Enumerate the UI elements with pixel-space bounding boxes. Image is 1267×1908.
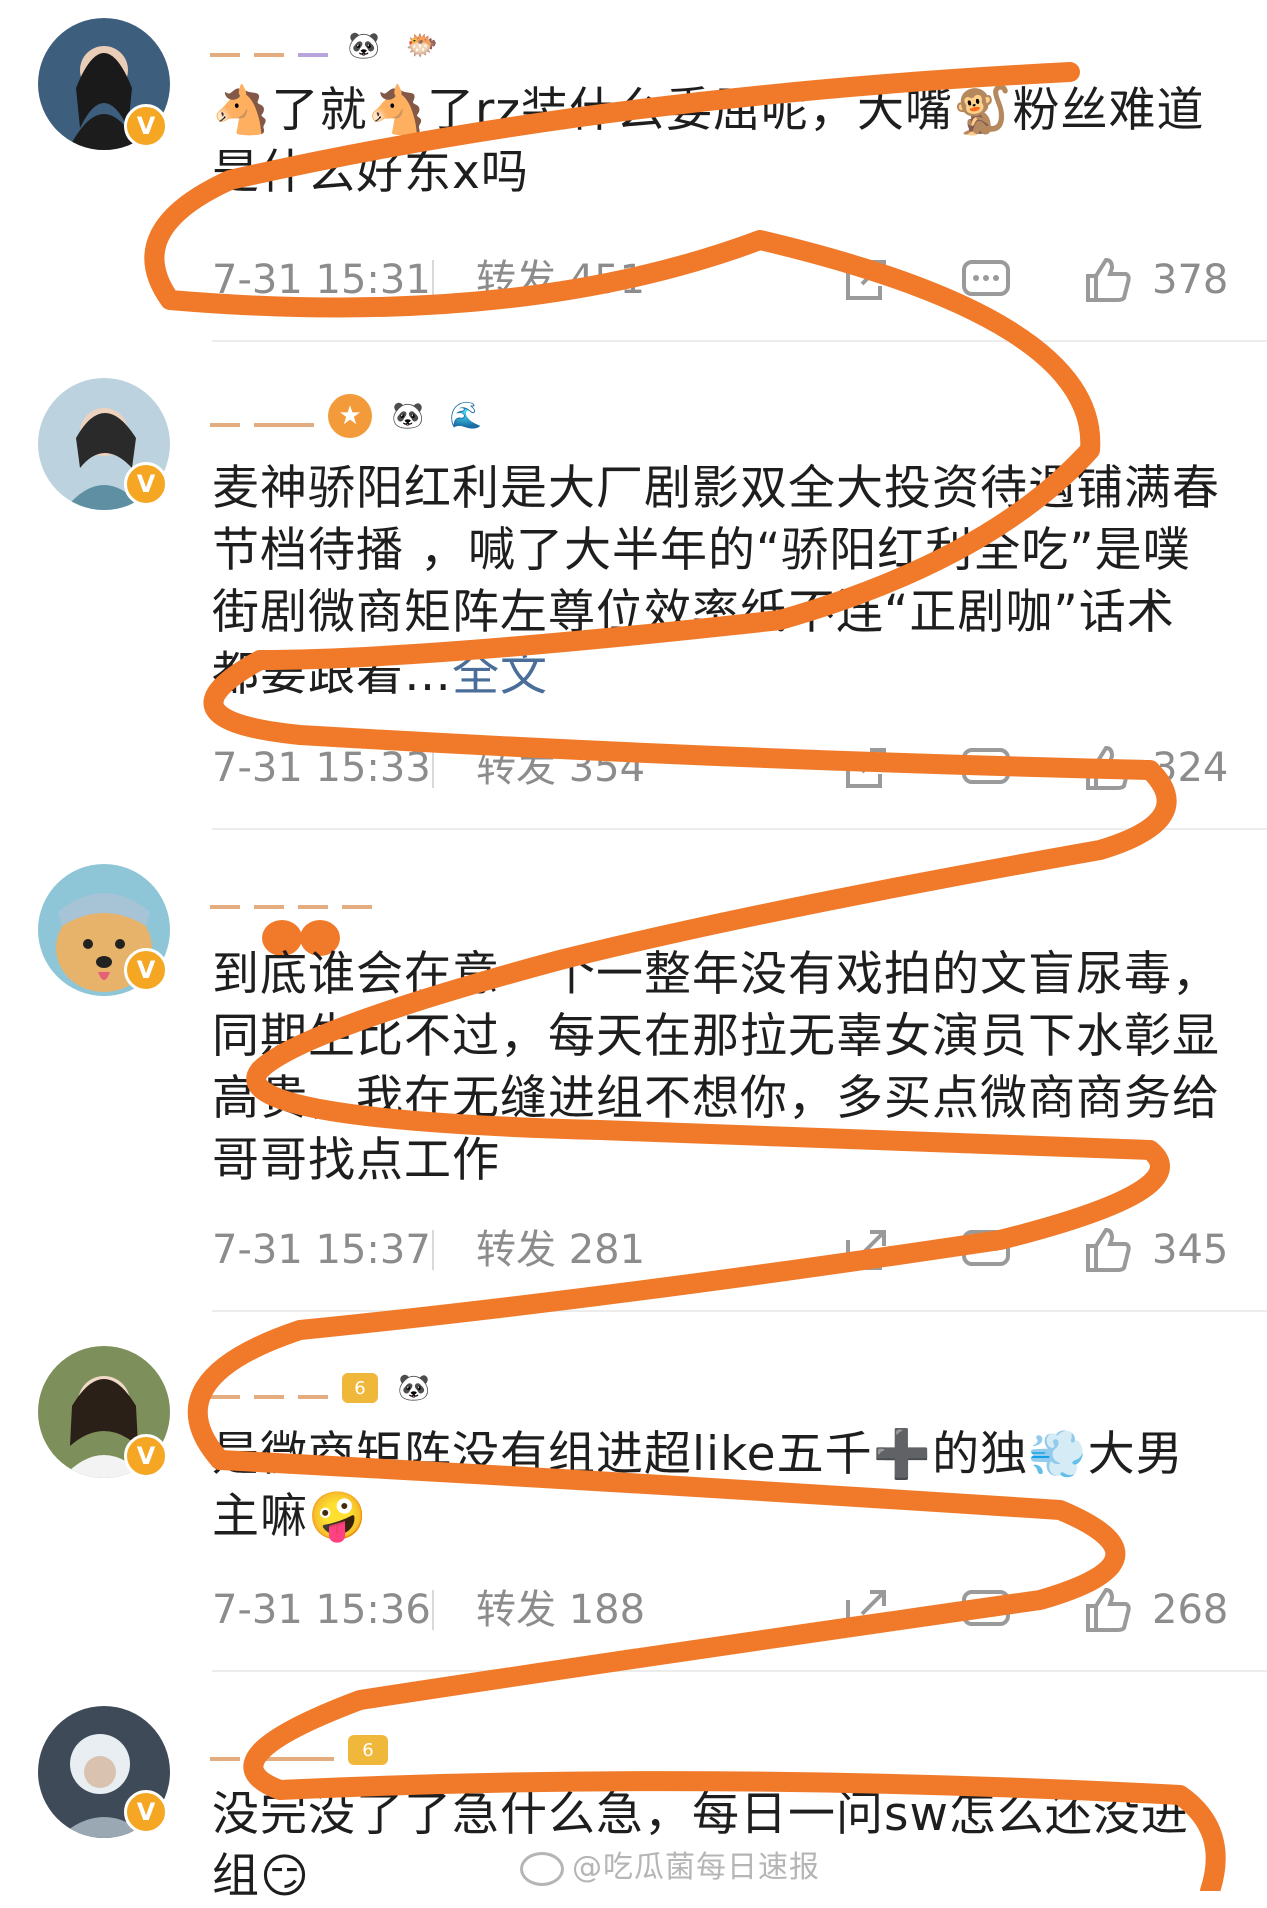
username-row[interactable]: 6 — [210, 1722, 388, 1778]
comment-time: 7-31 15:31 — [212, 257, 431, 303]
watermark-text: @吃瓜菌每日速报 — [572, 1850, 820, 1885]
badge-emoji-icon: 6 — [342, 1373, 378, 1403]
username-redacted — [210, 405, 240, 427]
username-row[interactable]: 🐼 🐡 — [210, 18, 444, 74]
comment-feed: V 🐼 🐡 🐴了就🐴了rz装什么委屈呢，大嘴🐒粉丝难道是什么好东x吗 7-31 … — [0, 0, 1267, 1904]
comment-body: 是微商矩阵没有组进超like五千➕的独💨大男主嘛🤪 — [212, 1427, 1184, 1544]
like-icon[interactable] — [1082, 1584, 1134, 1636]
username-redacted — [298, 35, 328, 57]
full-text-link[interactable]: 全文 — [452, 647, 548, 702]
share-icon[interactable] — [840, 742, 892, 794]
badge-emoji-icon: ★ — [328, 394, 372, 438]
username-redacted — [254, 1377, 284, 1399]
username-row[interactable]: ★ 🐼 🌊 — [210, 388, 488, 444]
share-icon[interactable] — [840, 1224, 892, 1276]
comment-icon[interactable] — [960, 1224, 1012, 1276]
like-icon[interactable] — [1082, 742, 1134, 794]
comment-meta: 7-31 15:33 转发 354 324 — [212, 738, 1229, 798]
comment-icon[interactable] — [960, 254, 1012, 306]
verified-badge-icon: V — [124, 948, 168, 992]
share-icon[interactable] — [840, 254, 892, 306]
comment-icon[interactable] — [960, 742, 1012, 794]
repost-count[interactable]: 转发 451 — [476, 250, 645, 310]
repost-count[interactable]: 转发 281 — [476, 1220, 645, 1280]
verified-badge-icon: V — [124, 1434, 168, 1478]
comment-divider — [212, 340, 1267, 342]
username-redacted — [298, 887, 328, 909]
pufferfish-emoji-icon: 🐡 — [405, 31, 439, 61]
comment-divider — [212, 1670, 1267, 1672]
comment-icon[interactable] — [960, 1584, 1012, 1636]
username-redacted — [254, 1739, 334, 1761]
comment-body: 到底谁会在意一个一整年没有戏拍的文盲尿毒，同期生比不过，每天在那拉无辜女演员下水… — [212, 947, 1220, 1188]
wave-emoji-icon: 🌊 — [449, 401, 483, 431]
username-redacted — [210, 35, 240, 57]
verified-badge-icon: V — [124, 462, 168, 506]
comment-divider — [212, 828, 1267, 830]
badge-emoji-icon: 6 — [348, 1735, 388, 1765]
username-redacted — [210, 1377, 240, 1399]
like-count: 345 — [1152, 1227, 1229, 1273]
username-row[interactable]: 6 🐼 — [210, 1360, 436, 1416]
username-redacted — [254, 405, 314, 427]
like-icon[interactable] — [1082, 1224, 1134, 1276]
username-redacted — [210, 887, 240, 909]
panda-emoji-icon: 🐼 — [347, 31, 381, 61]
watermark: @吃瓜菌每日速报 — [520, 1842, 820, 1886]
panda-emoji-icon: 🐼 — [391, 401, 425, 431]
like-count: 378 — [1152, 257, 1229, 303]
username-redacted — [298, 1377, 328, 1399]
comment-body: 麦神骄阳红利是大厂剧影双全大投资待遇铺满春节档待播 ，喊了大半年的“骄阳红利全吃… — [212, 461, 1220, 702]
comment-body: 🐴了就🐴了rz装什么委屈呢，大嘴🐒粉丝难道是什么好东x吗 — [212, 83, 1205, 200]
like-count: 268 — [1152, 1587, 1229, 1633]
like-count: 324 — [1152, 745, 1229, 791]
share-icon[interactable] — [840, 1584, 892, 1636]
verified-badge-icon: V — [124, 104, 168, 148]
repost-count[interactable]: 转发 354 — [476, 738, 645, 798]
weibo-logo-icon — [520, 1851, 564, 1886]
meta-divider — [432, 1230, 434, 1270]
comment-text: 🐴了就🐴了rz装什么委屈呢，大嘴🐒粉丝难道是什么好东x吗 — [212, 80, 1222, 204]
repost-count[interactable]: 转发 188 — [476, 1580, 645, 1640]
comment-divider — [212, 1310, 1267, 1312]
username-redacted — [342, 887, 372, 909]
comment-time: 7-31 15:37 — [212, 1227, 431, 1273]
username-redacted — [210, 1739, 240, 1761]
comment-time: 7-31 15:36 — [212, 1587, 431, 1633]
meta-divider — [432, 260, 434, 300]
like-icon[interactable] — [1082, 254, 1134, 306]
comment-text: 是微商矩阵没有组进超like五千➕的独💨大男主嘛🤪 — [212, 1424, 1222, 1548]
comment-time: 7-31 15:33 — [212, 745, 431, 791]
meta-divider — [432, 748, 434, 788]
comment-meta: 7-31 15:31 转发 451 378 — [212, 250, 1229, 310]
comment-meta: 7-31 15:37 转发 281 345 — [212, 1220, 1229, 1280]
username-redacted — [254, 35, 284, 57]
comment-text: 到底谁会在意一个一整年没有戏拍的文盲尿毒，同期生比不过，每天在那拉无辜女演员下水… — [212, 944, 1222, 1192]
verified-badge-icon: V — [124, 1790, 168, 1834]
comment-meta: 7-31 15:36 转发 188 268 — [212, 1580, 1229, 1640]
username-redacted — [254, 887, 284, 909]
panda-emoji-icon: 🐼 — [397, 1373, 431, 1403]
meta-divider — [432, 1590, 434, 1630]
comment-text: 麦神骄阳红利是大厂剧影双全大投资待遇铺满春节档待播 ，喊了大半年的“骄阳红利全吃… — [212, 458, 1222, 706]
